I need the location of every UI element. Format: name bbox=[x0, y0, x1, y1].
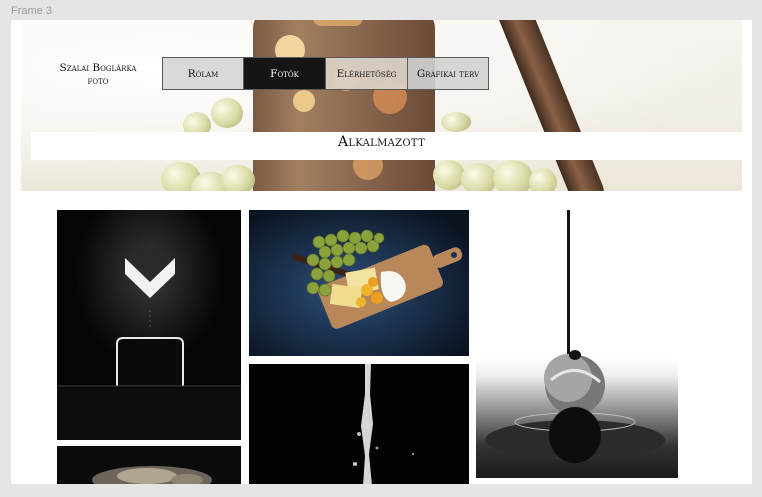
gallery-photo-dark-food[interactable] bbox=[57, 446, 241, 484]
arrow-cube-image bbox=[57, 210, 241, 440]
nav-fotok-button[interactable]: Fotók bbox=[243, 57, 326, 90]
nav-rolam-button[interactable]: Rólam bbox=[162, 57, 244, 90]
gallery-photo-drop-grape[interactable] bbox=[476, 210, 678, 478]
gallery-photo-arrow-cube[interactable] bbox=[57, 210, 241, 440]
bottle-shape bbox=[253, 20, 435, 191]
liquid-splash-image bbox=[249, 364, 469, 484]
hero-banner-image bbox=[21, 20, 742, 191]
nav-elerhetoseg-button[interactable]: Elérhetőség bbox=[325, 57, 408, 90]
logo-subtitle: foto bbox=[87, 75, 109, 87]
logo-name: Szalai Boglárka bbox=[59, 62, 137, 74]
site-logo[interactable]: Szalai Boglárka foto bbox=[49, 62, 147, 88]
dark-food-image bbox=[57, 446, 241, 484]
gallery-photo-liquid-splash[interactable] bbox=[249, 364, 469, 484]
gallery-photo-grapes-cheese[interactable] bbox=[249, 210, 469, 356]
main-nav: Rólam Fotók Elérhetőség Grafikai terv bbox=[162, 57, 489, 90]
page-title: Alkalmazott bbox=[337, 134, 426, 150]
drop-grape-image bbox=[485, 210, 665, 463]
page-frame: Szalai Boglárka foto Rólam Fotók Elérhet… bbox=[11, 20, 752, 484]
frame-label: Frame 3 bbox=[11, 5, 52, 17]
grapes-cheese-image bbox=[291, 229, 463, 329]
nav-grafikai-terv-button[interactable]: Grafikai terv bbox=[407, 57, 489, 90]
